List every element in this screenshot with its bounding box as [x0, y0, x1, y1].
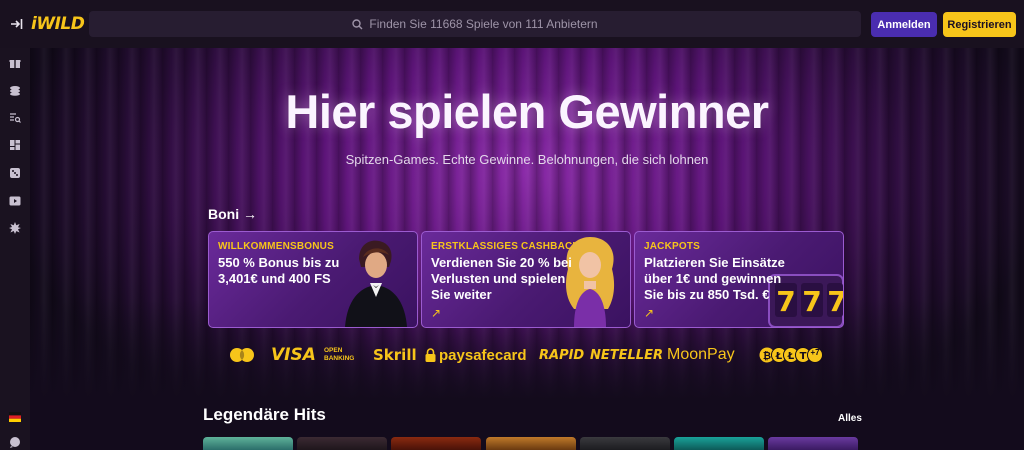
card-text: Platzieren Sie Einsätze über 1€ und gewi… [644, 255, 785, 302]
game-thumbnail[interactable] [203, 437, 293, 450]
crypto-icons: ₿ Ł Ł T +7 [759, 344, 823, 366]
burst-icon[interactable] [9, 222, 21, 234]
section-title: Legendäre Hits [203, 405, 326, 424]
search-list-icon[interactable] [9, 112, 21, 124]
hero-subtitle: Spitzen-Games. Echte Gewinne. Belohnunge… [345, 152, 709, 167]
lock-icon [425, 348, 436, 362]
search-icon [352, 18, 363, 29]
coins-icon[interactable] [9, 84, 21, 96]
svg-text:Ł: Ł [787, 351, 795, 362]
gift-icon[interactable] [9, 57, 21, 69]
skrill-logo: Skrill [373, 346, 417, 364]
collapse-sidebar-icon[interactable] [0, 0, 32, 48]
man-in-tuxedo-illustration [345, 240, 407, 327]
payment-methods-row: VISA OPEN BANKING Skrill paysafecard RAP… [228, 344, 828, 366]
neteller-logo: NETELLER [590, 347, 663, 363]
play-icon[interactable] [9, 195, 21, 207]
visa-logo: VISA [271, 345, 316, 365]
game-thumbnail[interactable] [391, 437, 481, 450]
paysafecard-logo: paysafecard [425, 344, 527, 366]
svg-text:T: T [800, 351, 807, 362]
moonpay-logo: MoonPay [667, 346, 735, 363]
search-input[interactable]: Finden Sie 11668 Spiele von 111 Anbieter… [89, 11, 861, 37]
game-thumbnail[interactable] [674, 437, 764, 450]
card-tag: WILLKOMMENSBONUS [218, 241, 334, 252]
game-thumbnail[interactable] [297, 437, 387, 450]
search-placeholder: Finden Sie 11668 Spiele von 111 Anbieter… [369, 17, 598, 31]
crypto-more-count: +7 [810, 348, 820, 357]
game-thumbnail[interactable] [580, 437, 670, 450]
bonus-card-welcome[interactable]: WILLKOMMENSBONUS 550 % Bonus bis zu 3,40… [208, 231, 418, 328]
svg-text:7: 7 [827, 285, 843, 318]
dice-icon[interactable] [9, 167, 21, 179]
login-button[interactable]: Anmelden [871, 12, 937, 37]
card-tag: JACKPOTS [644, 241, 701, 252]
grid-icon[interactable] [9, 139, 21, 151]
arrow-up-right-icon: ↗ [644, 306, 655, 320]
open-banking-logo: OPEN BANKING [324, 347, 355, 362]
hero-title: Hier spielen Gewinner [285, 85, 769, 138]
bonus-heading-link[interactable]: Boni → [208, 206, 257, 222]
bonus-card-cashback[interactable]: ERSTKLASSIGES CASHBACK Verdienen Sie 20 … [421, 231, 631, 328]
register-button[interactable]: Registrieren [943, 12, 1016, 37]
svg-text:₿: ₿ [763, 350, 771, 362]
svg-text:Ł: Ł [775, 351, 783, 362]
card-text: 550 % Bonus bis zu 3,401€ und 400 FS [218, 255, 340, 286]
game-thumbnail[interactable] [486, 437, 576, 450]
sidebar [0, 48, 30, 450]
rapid-logo: RAPID [539, 347, 585, 363]
logo[interactable]: iWILD [31, 14, 86, 34]
svg-text:7: 7 [802, 285, 821, 318]
bonus-card-jackpots[interactable]: JACKPOTS Platzieren Sie Einsätze über 1€… [634, 231, 844, 328]
mastercard-icon [228, 344, 256, 366]
arrow-up-right-icon: ↗ [431, 306, 442, 320]
chat-icon[interactable] [9, 436, 21, 448]
see-all-link[interactable]: Alles [838, 413, 862, 424]
game-thumbnail[interactable] [768, 437, 858, 450]
flag-de-icon[interactable] [9, 411, 21, 423]
top-bar: iWILD Finden Sie 11668 Spiele von 111 An… [0, 0, 1024, 48]
card-text: Verdienen Sie 20 % bei Verlusten und spi… [431, 255, 572, 302]
